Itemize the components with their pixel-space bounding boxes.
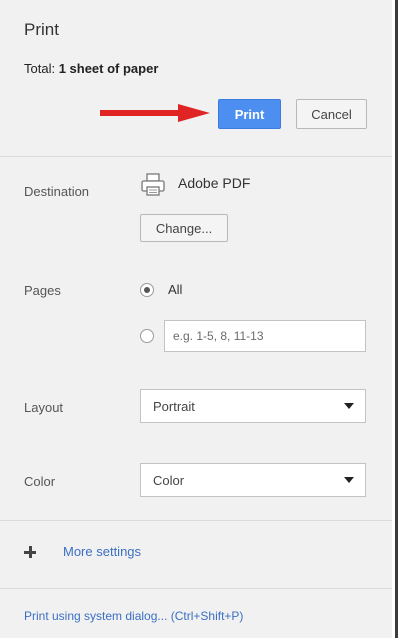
pages-all-label[interactable]: All: [168, 282, 182, 297]
chevron-down-icon: [344, 477, 354, 483]
total-prefix: Total:: [24, 61, 59, 76]
dialog-title: Print: [24, 20, 59, 39]
color-select[interactable]: Color: [140, 463, 366, 497]
pages-label: Pages: [24, 283, 61, 298]
cancel-button[interactable]: Cancel: [296, 99, 367, 129]
layout-select-value: Portrait: [153, 399, 195, 414]
printer-icon: [141, 173, 165, 196]
print-button[interactable]: Print: [218, 99, 281, 129]
pages-range-input[interactable]: [164, 320, 366, 352]
layout-select[interactable]: Portrait: [140, 389, 366, 423]
destination-name: Adobe PDF: [178, 175, 251, 191]
plus-icon[interactable]: [24, 546, 36, 558]
divider: [0, 520, 392, 521]
system-dialog-link[interactable]: Print using system dialog... (Ctrl+Shift…: [24, 609, 243, 623]
pages-all-radio[interactable]: [140, 283, 154, 297]
window-edge: [392, 0, 400, 638]
pages-custom-radio[interactable]: [140, 329, 154, 343]
window-border: [395, 0, 398, 638]
color-label: Color: [24, 474, 56, 489]
chevron-down-icon: [344, 403, 354, 409]
red-arrow-annotation: [100, 104, 210, 122]
color-select-value: Color: [153, 473, 185, 488]
print-settings-panel: Print Total: 1 sheet of paper Print Canc…: [0, 0, 392, 638]
divider: [0, 156, 392, 157]
more-settings-link[interactable]: More settings: [63, 544, 141, 559]
divider: [0, 588, 392, 589]
destination-label: Destination: [24, 184, 90, 199]
total-value: 1 sheet of paper: [58, 61, 159, 76]
print-header: Print Total: 1 sheet of paper Print Canc…: [0, 0, 392, 156]
layout-label: Layout: [24, 400, 64, 415]
change-destination-button[interactable]: Change...: [140, 214, 228, 242]
total-summary: Total: 1 sheet of paper: [24, 61, 158, 76]
